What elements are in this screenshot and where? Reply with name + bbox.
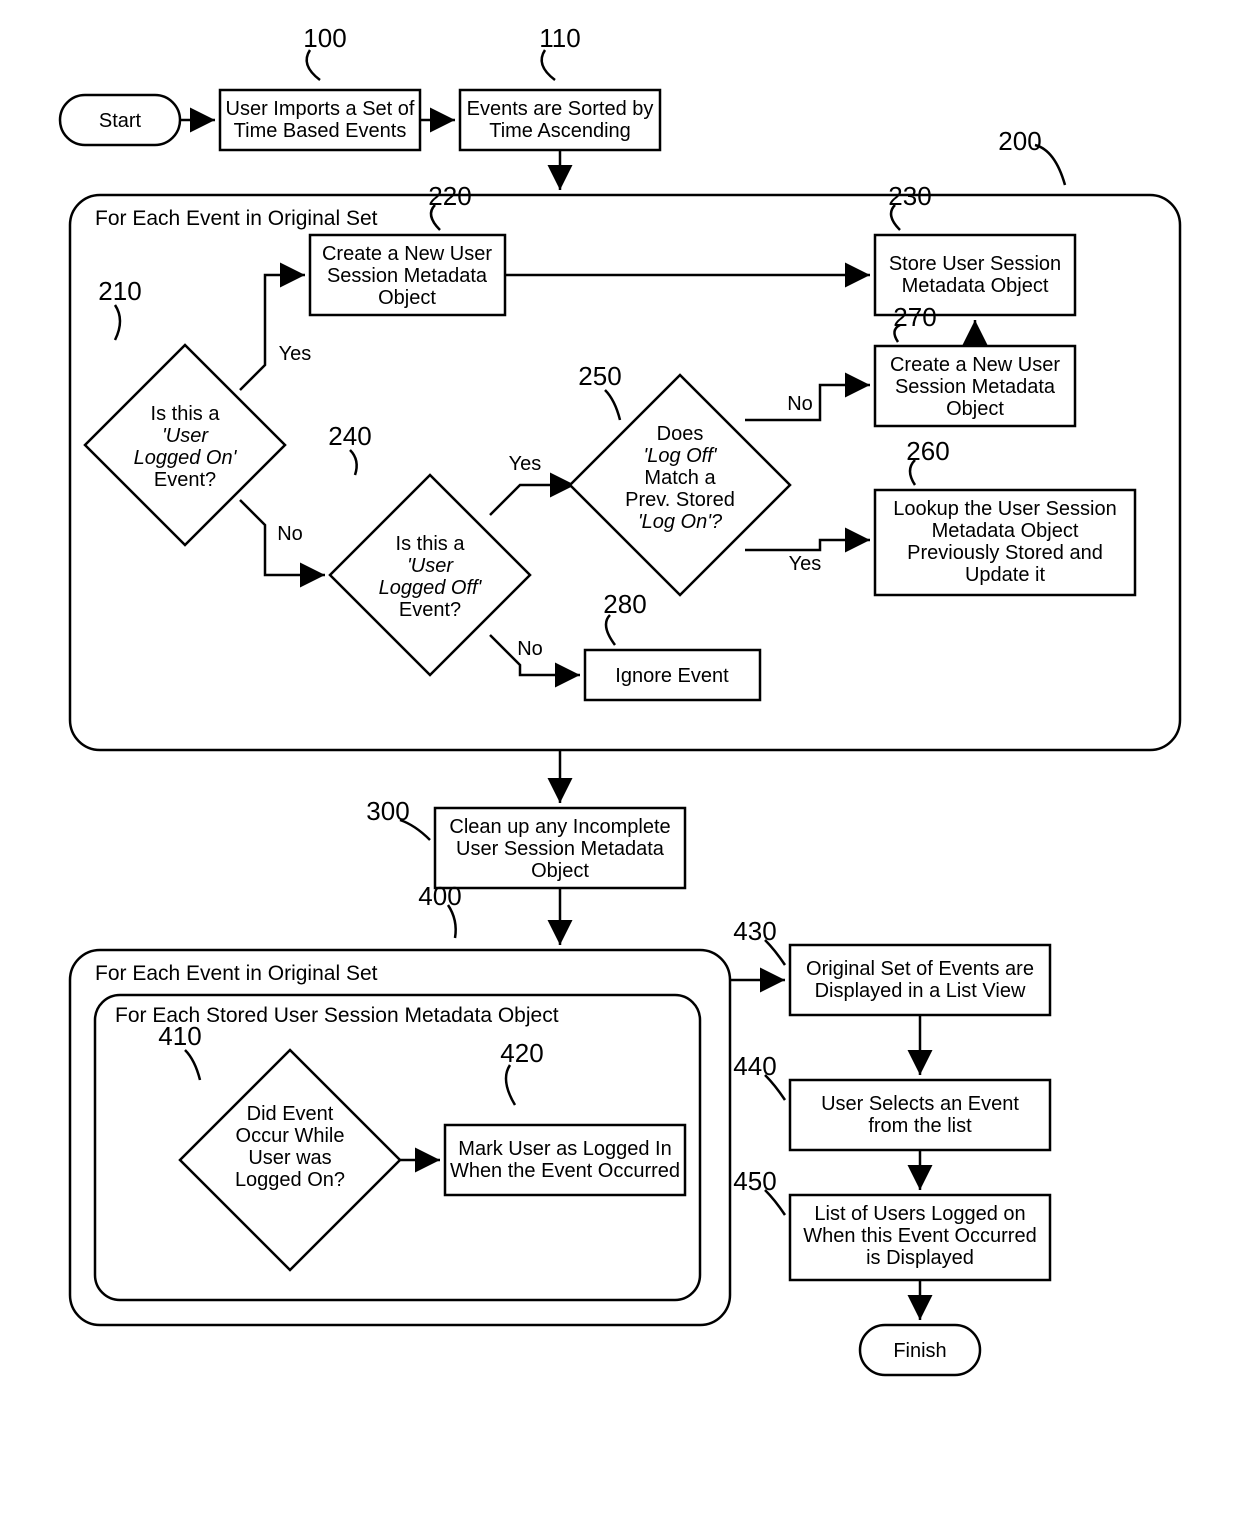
svg-text:Logged Off': Logged Off' bbox=[379, 577, 483, 599]
svg-text:Is this a: Is this a bbox=[396, 533, 466, 555]
svg-text:Event?: Event? bbox=[154, 469, 216, 491]
svg-text:110: 110 bbox=[539, 23, 580, 53]
svg-text:450: 450 bbox=[733, 1166, 776, 1196]
svg-text:Lookup the User Session: Lookup the User Session bbox=[893, 498, 1116, 520]
svg-text:Ignore Event: Ignore Event bbox=[615, 665, 729, 687]
svg-text:250: 250 bbox=[578, 361, 621, 391]
svg-text:Prev. Stored: Prev. Stored bbox=[625, 489, 735, 511]
svg-text:230: 230 bbox=[888, 181, 931, 211]
svg-text:For Each Event in Original Set: For Each Event in Original Set bbox=[95, 962, 378, 985]
svg-text:400: 400 bbox=[418, 881, 461, 911]
svg-text:No: No bbox=[517, 638, 543, 660]
svg-text:240: 240 bbox=[328, 421, 371, 451]
svg-text:No: No bbox=[277, 523, 303, 545]
svg-text:Original Set of Events are: Original Set of Events are bbox=[806, 958, 1034, 980]
svg-text:270: 270 bbox=[893, 302, 936, 332]
svg-text:410: 410 bbox=[158, 1021, 201, 1051]
svg-text:Create a New User: Create a New User bbox=[322, 243, 492, 265]
svg-text:Does: Does bbox=[657, 423, 704, 445]
svg-text:Logged On?: Logged On? bbox=[235, 1169, 345, 1191]
svg-text:from the list: from the list bbox=[868, 1115, 972, 1137]
svg-text:When the Event Occurred: When the Event Occurred bbox=[450, 1160, 680, 1182]
svg-text:For Each Event in Original Set: For Each Event in Original Set bbox=[95, 207, 378, 230]
svg-text:'Log Off': 'Log Off' bbox=[643, 445, 717, 467]
svg-text:100: 100 bbox=[303, 23, 346, 53]
svg-text:Update it: Update it bbox=[965, 564, 1045, 586]
svg-text:No: No bbox=[787, 393, 813, 415]
svg-text:Displayed in a List View: Displayed in a List View bbox=[815, 980, 1026, 1002]
svg-text:'User: 'User bbox=[162, 425, 209, 447]
svg-text:User Selects an Event: User Selects an Event bbox=[821, 1093, 1019, 1115]
svg-text:Previously Stored and: Previously Stored and bbox=[907, 542, 1103, 564]
svg-text:Clean up any Incomplete: Clean up any Incomplete bbox=[449, 816, 670, 838]
svg-text:User was: User was bbox=[248, 1147, 331, 1169]
svg-text:Logged On': Logged On' bbox=[134, 447, 238, 469]
svg-text:260: 260 bbox=[906, 436, 949, 466]
svg-text:Object: Object bbox=[531, 860, 589, 882]
svg-text:Metadata Object: Metadata Object bbox=[902, 275, 1049, 297]
svg-text:220: 220 bbox=[428, 181, 471, 211]
svg-text:Yes: Yes bbox=[279, 343, 312, 365]
svg-text:Store User Session: Store User Session bbox=[889, 253, 1061, 275]
svg-text:List of Users Logged on: List of Users Logged on bbox=[814, 1203, 1025, 1225]
svg-text:Mark User as Logged In: Mark User as Logged In bbox=[458, 1138, 671, 1160]
svg-text:280: 280 bbox=[603, 589, 646, 619]
svg-text:'User: 'User bbox=[407, 555, 454, 577]
svg-text:210: 210 bbox=[98, 276, 141, 306]
svg-text:440: 440 bbox=[733, 1051, 776, 1081]
svg-text:Match a: Match a bbox=[644, 467, 716, 489]
svg-text:is Displayed: is Displayed bbox=[866, 1247, 974, 1269]
svg-text:When this Event Occurred: When this Event Occurred bbox=[803, 1225, 1036, 1247]
svg-text:420: 420 bbox=[500, 1038, 543, 1068]
svg-text:Session Metadata: Session Metadata bbox=[327, 265, 488, 287]
svg-text:User Session Metadata: User Session Metadata bbox=[456, 838, 665, 860]
finish-label: Finish bbox=[893, 1340, 946, 1362]
svg-text:Yes: Yes bbox=[789, 553, 822, 575]
svg-text:Is this a: Is this a bbox=[151, 403, 221, 425]
svg-text:200: 200 bbox=[998, 126, 1041, 156]
svg-text:Session Metadata: Session Metadata bbox=[895, 376, 1056, 398]
svg-text:Object: Object bbox=[378, 287, 436, 309]
svg-text:Yes: Yes bbox=[509, 453, 542, 475]
svg-text:Did Event: Did Event bbox=[247, 1103, 334, 1125]
svg-text:Metadata Object: Metadata Object bbox=[932, 520, 1079, 542]
svg-text:'Log On'?: 'Log On'? bbox=[638, 511, 723, 533]
svg-text:User Imports a Set of: User Imports a Set of bbox=[226, 98, 415, 120]
svg-text:Event?: Event? bbox=[399, 599, 461, 621]
svg-text:430: 430 bbox=[733, 916, 776, 946]
svg-text:Time Based Events: Time Based Events bbox=[234, 120, 407, 142]
flowchart-diagram: Start User Imports a Set of Time Based E… bbox=[20, 20, 1220, 1520]
svg-text:Time Ascending: Time Ascending bbox=[489, 120, 631, 142]
svg-text:Create a New User: Create a New User bbox=[890, 354, 1060, 376]
svg-text:Occur While: Occur While bbox=[236, 1125, 345, 1147]
svg-text:Object: Object bbox=[946, 398, 1004, 420]
start-label: Start bbox=[99, 110, 142, 132]
svg-text:300: 300 bbox=[366, 796, 409, 826]
svg-text:Events are Sorted by: Events are Sorted by bbox=[467, 98, 654, 120]
